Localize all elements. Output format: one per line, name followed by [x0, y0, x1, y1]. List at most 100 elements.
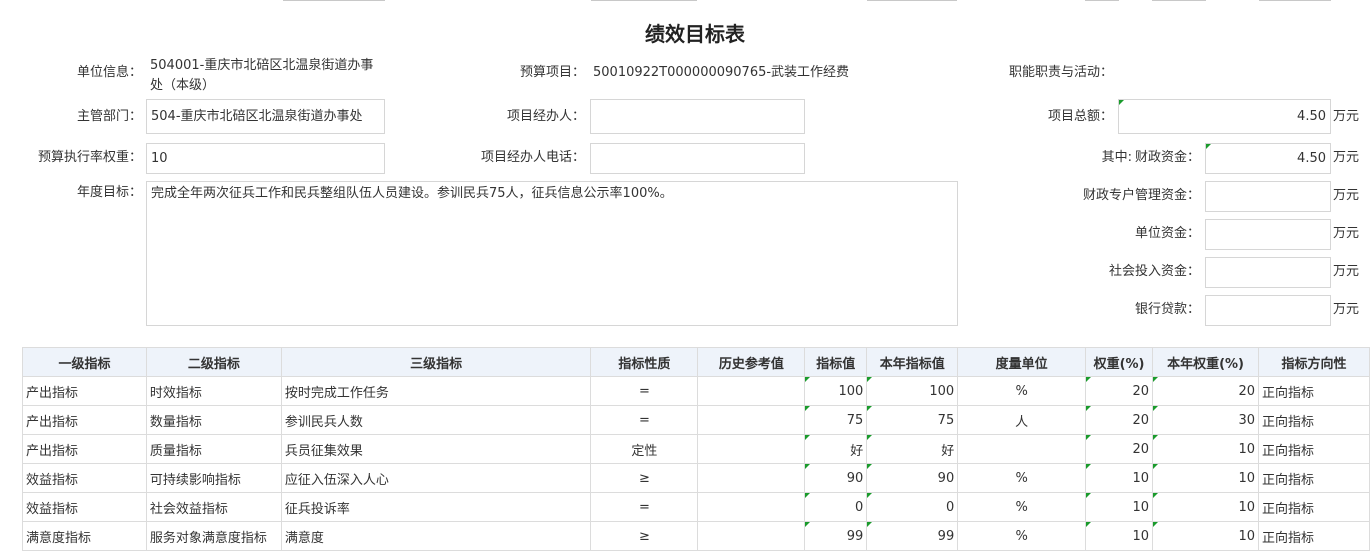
total-value: 4.50	[1297, 109, 1326, 124]
nature-cell: 定性	[590, 434, 699, 464]
direction-cell: 正向指标	[1258, 463, 1370, 493]
cell-marker-icon	[867, 406, 873, 411]
history-cell[interactable]	[697, 521, 806, 551]
weight-cell[interactable]: 20	[1085, 405, 1154, 435]
exec-weight-field[interactable]: 10	[146, 143, 385, 174]
manager-label: 项目经办人：	[506, 109, 585, 124]
exec-weight-label: 预算执行率权重：	[37, 150, 142, 165]
unit-funds-field[interactable]	[1205, 219, 1331, 250]
year-weight-cell[interactable]: 10	[1152, 463, 1259, 493]
history-cell[interactable]	[697, 405, 806, 435]
total-field[interactable]: 4.50	[1118, 99, 1331, 134]
value-cell[interactable]: 100	[804, 376, 868, 406]
fiscal-label: 财政资金：	[1134, 150, 1200, 165]
direction-cell: 正向指标	[1258, 405, 1370, 435]
year-weight-cell[interactable]: 10	[1152, 434, 1259, 464]
nature-cell-text: =	[638, 499, 650, 515]
nature-cell-text: ≥	[638, 470, 650, 486]
level1-cell: 效益指标	[22, 492, 147, 522]
year-value-cell[interactable]: 100	[866, 376, 959, 406]
special-funds-field[interactable]	[1205, 181, 1331, 212]
year-value-cell[interactable]: 90	[866, 463, 959, 493]
year-weight-cell[interactable]: 10	[1152, 521, 1259, 551]
value-cell-text: 好	[850, 443, 864, 459]
bank-loan-label: 银行贷款：	[1134, 302, 1200, 317]
history-cell[interactable]	[697, 463, 806, 493]
cell-marker-icon	[1206, 144, 1211, 149]
direction-cell-text: 正向指标	[1262, 385, 1315, 401]
col-header-history: 历史参考值	[697, 347, 806, 377]
unit-cell: %	[957, 521, 1087, 551]
weight-cell-text: 20	[1132, 383, 1150, 399]
level1-cell-text: 效益指标	[26, 501, 79, 517]
year-weight-cell[interactable]: 30	[1152, 405, 1259, 435]
history-cell[interactable]	[697, 376, 806, 406]
cell-marker-icon	[1119, 100, 1124, 105]
year-weight-cell[interactable]: 10	[1152, 492, 1259, 522]
level1-cell-text: 产出指标	[26, 443, 79, 459]
level3-cell-text: 按时完成工作任务	[284, 385, 389, 401]
cell-marker-icon	[867, 493, 873, 498]
table-row: 效益指标 社会效益指标 征兵投诉率 = 0 0% 10 10 正向指标	[22, 492, 1370, 522]
cell-marker-icon	[1153, 464, 1159, 469]
social-funds-field[interactable]	[1205, 257, 1331, 288]
level1-cell: 产出指标	[22, 405, 147, 435]
value-cell[interactable]: 90	[804, 463, 868, 493]
year-value-cell[interactable]: 0	[866, 492, 959, 522]
level1-cell: 效益指标	[22, 463, 147, 493]
year-value-cell[interactable]: 好	[866, 434, 959, 464]
value-cell[interactable]: 75	[804, 405, 868, 435]
col-header-weight: 权重(%)	[1085, 347, 1154, 377]
year-value-cell[interactable]: 99	[866, 521, 959, 551]
nature-cell-text: =	[638, 412, 650, 428]
manager-field[interactable]	[590, 99, 805, 134]
level3-cell-text: 兵员征集效果	[284, 443, 363, 459]
level2-cell-text: 社会效益指标	[149, 501, 228, 517]
unit-cell-text: %	[1015, 383, 1028, 399]
value-cell[interactable]: 好	[804, 434, 868, 464]
weight-cell[interactable]: 20	[1085, 376, 1154, 406]
unit-info-label: 单位信息：	[76, 65, 142, 80]
annual-goal-textarea[interactable]: 完成全年两次征兵工作和民兵整组队伍人员建设。参训民兵75人，征兵信息公示率100…	[146, 181, 958, 326]
page-title: 绩效目标表	[645, 22, 745, 46]
nature-cell: ≥	[590, 521, 699, 551]
history-cell[interactable]	[697, 434, 806, 464]
direction-cell-text: 正向指标	[1262, 472, 1315, 488]
year-weight-cell-text: 10	[1238, 441, 1255, 457]
level2-cell-text: 时效指标	[149, 385, 202, 401]
value-cell[interactable]: 0	[804, 492, 868, 522]
value-cell-text: 90	[846, 470, 864, 486]
cell-marker-icon	[1086, 464, 1092, 469]
direction-cell-text: 正向指标	[1262, 530, 1315, 546]
direction-cell: 正向指标	[1258, 492, 1370, 522]
weight-cell[interactable]: 10	[1085, 492, 1154, 522]
nature-cell-text: ≥	[638, 528, 650, 544]
top-divider	[283, 0, 385, 1]
bank-loan-field[interactable]	[1205, 295, 1331, 326]
weight-cell[interactable]: 10	[1085, 463, 1154, 493]
value-cell[interactable]: 99	[804, 521, 868, 551]
year-value-cell[interactable]: 75	[866, 405, 959, 435]
nature-cell: =	[590, 492, 699, 522]
cell-marker-icon	[805, 493, 811, 498]
level1-cell-text: 产出指标	[26, 385, 79, 401]
fiscal-field[interactable]: 4.50	[1205, 143, 1331, 174]
special-funds-label: 财政专户管理资金：	[1082, 188, 1200, 203]
dept-field[interactable]: 504-重庆市北碚区北温泉街道办事处	[146, 99, 385, 134]
cell-marker-icon	[1086, 522, 1092, 527]
cell-marker-icon	[1153, 435, 1159, 440]
table-row: 满意度指标 服务对象满意度指标 满意度 ≥99 99% 10 10 正向指标	[22, 521, 1370, 551]
unit-funds-label: 单位资金：	[1134, 226, 1200, 241]
manager-phone-field[interactable]	[590, 143, 805, 174]
year-value-cell-text: 好	[941, 443, 955, 459]
weight-cell[interactable]: 20	[1085, 434, 1154, 464]
weight-cell[interactable]: 10	[1085, 521, 1154, 551]
nature-cell: ≥	[590, 463, 699, 493]
weight-cell-text: 10	[1132, 499, 1150, 515]
level3-cell: 兵员征集效果	[280, 434, 592, 464]
history-cell[interactable]	[697, 492, 806, 522]
special-funds-unit: 万元	[1333, 188, 1360, 203]
year-weight-cell[interactable]: 20	[1152, 376, 1259, 406]
table-row: 效益指标 可持续影响指标 应征入伍深入人心 ≥90 90% 10 10 正向指标	[22, 463, 1370, 493]
level2-cell: 服务对象满意度指标	[145, 521, 282, 551]
